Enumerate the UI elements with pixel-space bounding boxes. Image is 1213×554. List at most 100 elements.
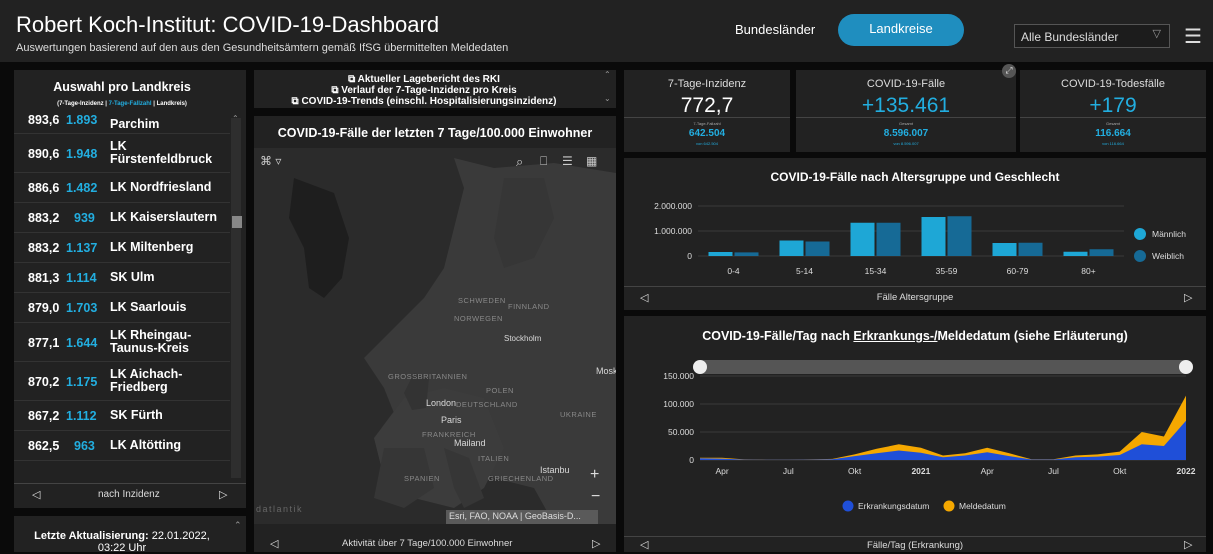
list-item[interactable]: 877,1 1.644 LK Rheingau-Taunus-Kreis: [14, 323, 230, 362]
scroll-down-icon[interactable]: ⌄: [604, 94, 611, 103]
list-item-incidence: 877,1: [28, 336, 60, 350]
legend-swatch: [842, 500, 854, 512]
nav-bundeslaender[interactable]: Bundesländer: [735, 22, 815, 37]
list-item[interactable]: 886,6 1.482 LK Nordfriesland: [14, 173, 230, 203]
scroll-up-icon[interactable]: ⌃: [604, 70, 611, 79]
daily-chart-title: COVID-19-Fälle/Tag nach Erkrankungs-/Mel…: [624, 329, 1206, 343]
list-item[interactable]: 870,2 1.175 LK Aichach-Friedberg: [14, 362, 230, 401]
map-label-finnland: FINNLAND: [508, 302, 550, 311]
link-trends-label: COVID-19-Trends (einschl. Hospitalisieru…: [301, 96, 557, 107]
zoom-in-icon[interactable]: +: [590, 466, 599, 484]
x-tick-label: 80+: [1081, 266, 1095, 276]
kpi-card-deaths: COVID-19-Todesfälle +179 Gesamt 116.664 …: [1020, 70, 1206, 152]
list-item[interactable]: 862,5 963 LK Altötting: [14, 431, 230, 461]
link-verlauf[interactable]: ⧉ Verlauf der 7-Tage-Inzidenz pro Kreis: [254, 85, 594, 96]
next-arrow-icon[interactable]: ▷: [219, 488, 227, 501]
legend-swatch: [1134, 228, 1146, 240]
next-arrow-icon[interactable]: ▷: [592, 537, 600, 550]
list-scrollbar-thumb[interactable]: [232, 216, 242, 228]
zoom-out-icon[interactable]: −: [591, 488, 600, 506]
divider: [796, 117, 1016, 118]
y-tick-label: 0: [687, 251, 692, 261]
map-label-deutschland: DEUTSCHLAND: [456, 400, 518, 409]
list-legend-c: | Landkreis): [151, 101, 187, 107]
list-item-cases: 963: [74, 439, 95, 453]
x-tick-label: Jul: [783, 466, 794, 476]
daily-title-b: Meldedatum (siehe Erläuterung): [937, 329, 1128, 343]
expand-icon[interactable]: ⤢: [1002, 64, 1016, 78]
age-chart-panel: COVID-19-Fälle nach Altersgruppe und Ges…: [624, 158, 1206, 310]
list-scrollbar[interactable]: [231, 118, 241, 478]
basemap-gallery-icon[interactable]: ▦: [586, 154, 597, 168]
map-title: COVID-19-Fälle der letzten 7 Tage/100.00…: [277, 126, 593, 140]
age-pager-label: Fälle Altersgruppe: [876, 292, 954, 303]
kpi-title: COVID-19-Fälle: [866, 78, 946, 90]
list-item-cases: 1.114: [66, 271, 97, 285]
link-trends[interactable]: ⧉ COVID-19-Trends (einschl. Hospitalisie…: [254, 96, 594, 107]
list-item[interactable]: 867,2 1.112 SK Fürth: [14, 401, 230, 431]
bookmark-icon[interactable]: ⎕: [540, 154, 547, 169]
list-item-cases: 1.137: [66, 241, 98, 255]
daily-chart-svg: 150.000 100.000 50.000 0 Apr Jul Okt 2021 Apr Jul…: [663, 360, 1196, 512]
kpi-sub-value: 642.504: [688, 128, 726, 139]
range-slider-handle-right: [1179, 360, 1193, 374]
menu-icon[interactable]: ☰: [1184, 24, 1202, 49]
bundesland-select[interactable]: Alle Bundesländer ▽: [1014, 24, 1170, 48]
list-item[interactable]: 883,2 1.137 LK Miltenberg: [14, 233, 230, 263]
list-item-cases: 1.948: [66, 147, 98, 161]
list-item-incidence: 881,3: [28, 271, 60, 285]
y-tick-label: 100.000: [663, 399, 694, 409]
list-item-cases: 1.175: [66, 375, 98, 389]
list-item-incidence: 870,2: [28, 375, 60, 389]
legend-icon[interactable]: ☰: [562, 154, 573, 168]
list-item-cases: 1.112: [66, 409, 97, 423]
search-icon[interactable]: ⌕: [516, 154, 523, 170]
list-item-name: Parchim: [110, 117, 160, 131]
list-item[interactable]: 893,6 1.893 Parchim: [14, 111, 230, 134]
basemap-toggle-icon[interactable]: ⌘ ▿: [260, 154, 281, 168]
daily-title-link[interactable]: Erkrankungs-/: [853, 329, 937, 343]
list-item-name: LK Saarlouis: [110, 300, 187, 314]
next-arrow-icon[interactable]: ▷: [1184, 291, 1192, 304]
next-arrow-icon[interactable]: ▷: [1184, 538, 1192, 551]
list-item-cases: 939: [74, 211, 95, 225]
list-item-name: LK Altötting: [110, 438, 182, 452]
list-item[interactable]: 879,0 1.703 LK Saarlouis: [14, 293, 230, 323]
link-lagebericht[interactable]: ⧉ Aktueller Lagebericht des RKI: [254, 74, 594, 85]
x-tick-label: Apr: [981, 466, 994, 476]
map-label-italien: ITALIEN: [478, 454, 510, 463]
list-item[interactable]: 883,2 939 LK Kaiserslautern: [14, 203, 230, 233]
daily-pager-label: Fälle/Tag (Erkrankung): [866, 540, 964, 551]
map-label-griechenland: GRIECHENLAND: [488, 474, 554, 483]
prev-arrow-icon[interactable]: ◁: [32, 488, 40, 501]
list-item-incidence: 883,2: [28, 241, 60, 255]
scroll-up-icon[interactable]: ⌃: [232, 114, 239, 123]
range-slider-track: [700, 360, 1186, 374]
land-shape: [289, 178, 349, 298]
scroll-up-icon[interactable]: ⌃: [234, 520, 242, 531]
update-label: Letzte Aktualisierung:: [34, 530, 149, 542]
list-item[interactable]: 890,6 1.948 LK Fürstenfeldbruck: [14, 134, 230, 173]
list-item-cases: 1.893: [66, 113, 98, 127]
update-date: 22.01.2022,: [151, 530, 210, 542]
map-attribution: Esri, FAO, NOAA | GeoBasis-D...: [446, 510, 598, 524]
list-legend-b: 7-Tage-Fallzahl: [108, 101, 152, 107]
prev-arrow-icon[interactable]: ◁: [270, 537, 278, 550]
list-item[interactable]: 881,3 1.114 SK Ulm: [14, 263, 230, 293]
list-legend: (7-Tage-Inzidenz | 7-Tage-Fallzahl | Lan…: [14, 101, 230, 107]
list-item-name: LK Aichach-Friedberg: [110, 367, 183, 394]
age-chart-title: COVID-19-Fälle nach Altersgruppe und Ges…: [770, 170, 1060, 184]
list-item-name: LK Kaiserslautern: [110, 210, 217, 224]
list-item-name: SK Fürth: [110, 408, 163, 422]
nav-landkreise-button[interactable]: Landkreise: [838, 14, 964, 46]
landkreis-list-panel: Auswahl pro Landkreis (7-Tage-Inzidenz |…: [14, 70, 246, 508]
list-item-incidence: 862,5: [28, 439, 60, 453]
kpi-value: 772,7: [680, 94, 734, 117]
bar-weiblich: [805, 241, 830, 256]
list-item-incidence: 893,6: [28, 113, 60, 127]
header-bar: Robert Koch-Institut: COVID-19-Dashboard…: [0, 0, 1213, 62]
map-canvas[interactable]: ⌘ ▿ ⌕ ⎕ ☰ ▦ SCHWEDEN FINNLAND NORWEGEN S…: [254, 148, 616, 524]
list-pager-label: nach Inzidenz: [98, 489, 160, 500]
map-label-polen: POLEN: [486, 386, 514, 395]
y-tick-label: 150.000: [663, 371, 694, 381]
